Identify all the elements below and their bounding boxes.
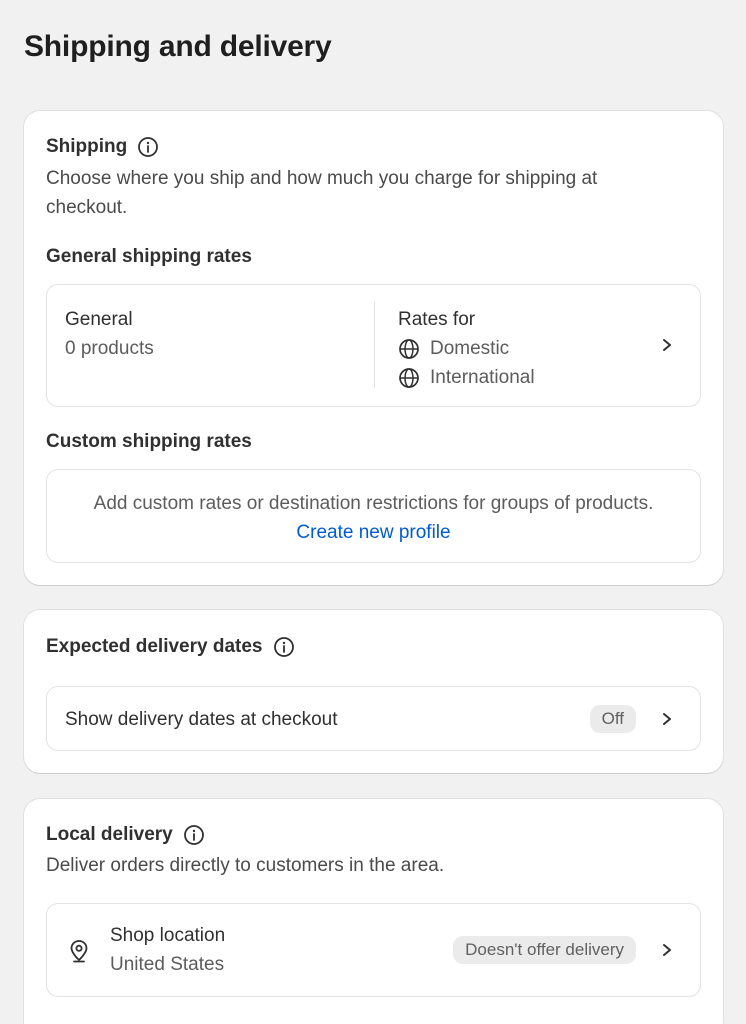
shop-location-title: Shop location xyxy=(110,925,226,946)
status-badge: Off xyxy=(589,705,636,733)
rate-label: Domestic xyxy=(430,338,510,359)
shipping-heading-row: Shipping xyxy=(46,136,159,158)
shipping-title: Shipping xyxy=(46,136,128,157)
shop-location-info: Shop location United States xyxy=(110,921,225,979)
info-icon[interactable] xyxy=(137,136,159,158)
rate-label: International xyxy=(430,367,535,388)
globe-icon xyxy=(399,367,419,388)
general-profile-name: General xyxy=(65,309,133,330)
show-delivery-dates-label: Show delivery dates at checkout xyxy=(65,709,338,730)
local-delivery-card: Local delivery Deliver orders directly t… xyxy=(24,799,723,1024)
local-delivery-title: Local delivery xyxy=(46,824,173,845)
custom-shipping-rates-heading: Custom shipping rates xyxy=(46,431,252,452)
status-badge: Doesn't offer delivery xyxy=(453,936,636,964)
shop-location-country: United States xyxy=(110,954,225,975)
local-delivery-heading-row: Local delivery xyxy=(46,824,205,846)
shipping-description: Choose where you ship and how much you c… xyxy=(46,168,598,218)
rates-list: Rates for Domestic International xyxy=(398,305,535,392)
rate-item-domestic: Domestic xyxy=(398,334,535,363)
general-shipping-rates-heading: General shipping rates xyxy=(46,246,252,267)
general-profile-products: 0 products xyxy=(65,338,154,359)
globe-icon xyxy=(399,338,419,359)
shop-location-row[interactable]: Shop location United States Doesn't offe… xyxy=(46,903,701,997)
page-title: Shipping and delivery xyxy=(24,30,332,63)
chevron-right-icon xyxy=(663,944,671,956)
general-profile-info: General 0 products xyxy=(65,305,154,363)
custom-rates-text: Add custom rates or destination restrict… xyxy=(93,493,654,514)
info-icon[interactable] xyxy=(183,824,205,846)
local-delivery-description: Deliver orders directly to customers in … xyxy=(46,855,445,876)
info-icon[interactable] xyxy=(273,636,295,658)
rate-item-international: International xyxy=(398,363,535,392)
location-pin-icon xyxy=(70,940,88,963)
delivery-dates-card: Expected delivery dates Show delivery da… xyxy=(24,610,723,773)
custom-rates-box: Add custom rates or destination restrict… xyxy=(46,469,701,563)
shipping-card: Shipping Choose where you ship and how m… xyxy=(24,111,723,585)
delivery-dates-heading-row: Expected delivery dates xyxy=(46,636,295,658)
divider xyxy=(374,301,375,388)
create-new-profile-link[interactable]: Create new profile xyxy=(47,518,700,547)
show-delivery-dates-row[interactable]: Show delivery dates at checkout Off xyxy=(46,686,701,751)
general-profile-row[interactable]: General 0 products Rates for Domestic In… xyxy=(46,284,701,407)
chevron-right-icon xyxy=(663,713,671,725)
delivery-dates-title: Expected delivery dates xyxy=(46,636,263,657)
rates-title: Rates for xyxy=(398,309,476,330)
chevron-right-icon xyxy=(663,339,671,351)
